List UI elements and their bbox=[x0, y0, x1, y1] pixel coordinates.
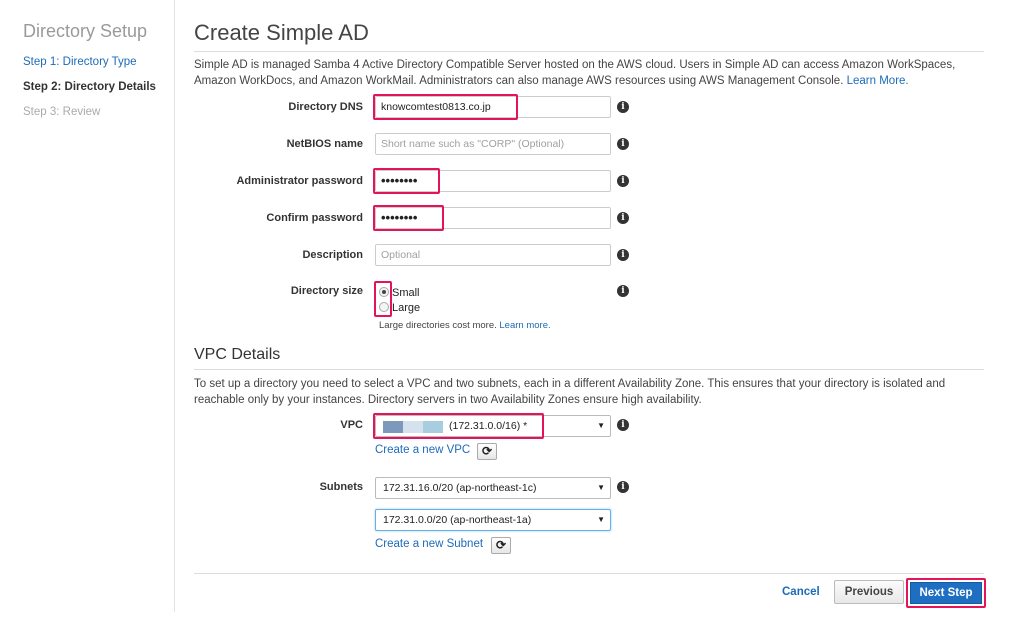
subnets-label: Subnets bbox=[319, 481, 363, 493]
title-divider bbox=[194, 51, 984, 52]
subnet-1-value: 172.31.16.0/20 (ap-northeast-1c) bbox=[383, 482, 537, 494]
step-directory-type-link[interactable]: Step 1: Directory Type bbox=[23, 56, 137, 68]
dns-highlight-box bbox=[373, 94, 518, 120]
info-icon[interactable]: i bbox=[617, 249, 629, 261]
admin-password-highlight-box bbox=[373, 168, 440, 194]
step-review: Step 3: Review bbox=[23, 106, 101, 118]
info-icon[interactable]: i bbox=[617, 101, 629, 113]
refresh-icon[interactable]: ⟳ bbox=[477, 443, 497, 460]
sidebar-title: Directory Setup bbox=[23, 21, 148, 41]
size-radio-highlight-box bbox=[374, 281, 392, 317]
next-step-highlight-box bbox=[906, 578, 986, 608]
cancel-button[interactable]: Cancel bbox=[782, 586, 820, 598]
info-icon[interactable]: i bbox=[617, 481, 629, 493]
learn-more-link[interactable]: Learn More. bbox=[847, 75, 909, 87]
chevron-down-icon: ▼ bbox=[597, 483, 605, 492]
size-learn-more-link[interactable]: Learn more. bbox=[499, 320, 550, 331]
info-icon[interactable]: i bbox=[617, 419, 629, 431]
info-icon[interactable]: i bbox=[617, 175, 629, 187]
refresh-icon[interactable]: ⟳ bbox=[491, 537, 511, 554]
vpc-divider bbox=[194, 369, 984, 370]
vpc-label: VPC bbox=[340, 419, 363, 431]
description-label: Description bbox=[302, 249, 363, 261]
info-icon[interactable]: i bbox=[617, 212, 629, 224]
directory-size-label: Directory size bbox=[290, 285, 363, 297]
create-subnet-link[interactable]: Create a new Subnet bbox=[375, 538, 483, 550]
chevron-down-icon: ▼ bbox=[597, 515, 605, 524]
info-icon[interactable]: i bbox=[617, 138, 629, 150]
confirm-password-highlight-box bbox=[373, 205, 444, 231]
subnet-1-select[interactable]: 172.31.16.0/20 (ap-northeast-1c) ▼ bbox=[375, 477, 611, 499]
directory-dns-label: Directory DNS bbox=[288, 101, 363, 113]
size-small-label[interactable]: Small bbox=[392, 287, 420, 299]
page-title: Create Simple AD bbox=[194, 20, 369, 45]
vpc-highlight-box bbox=[373, 413, 544, 439]
vpc-intro-text: To set up a directory you need to select… bbox=[194, 378, 946, 406]
subnet-2-value: 172.31.0.0/20 (ap-northeast-1a) bbox=[383, 514, 532, 526]
netbios-label: NetBIOS name bbox=[286, 138, 363, 150]
wizard-sidebar: Directory Setup Step 1: Directory Type S… bbox=[0, 0, 175, 612]
intro-body: Simple AD is managed Samba 4 Active Dire… bbox=[194, 59, 956, 87]
size-large-label[interactable]: Large bbox=[392, 302, 420, 314]
description-input[interactable]: Optional bbox=[375, 244, 611, 266]
footer-divider bbox=[194, 573, 984, 574]
create-vpc-link[interactable]: Create a new VPC bbox=[375, 444, 470, 456]
step-directory-details-current: Step 2: Directory Details bbox=[23, 81, 156, 93]
netbios-input[interactable]: Short name such as "CORP" (Optional) bbox=[375, 133, 611, 155]
chevron-down-icon: ▼ bbox=[597, 421, 605, 430]
vpc-section-title: VPC Details bbox=[194, 346, 281, 363]
admin-password-label: Administrator password bbox=[236, 175, 363, 187]
size-hint-text: Large directories cost more. bbox=[379, 320, 497, 331]
confirm-password-label: Confirm password bbox=[266, 212, 363, 224]
size-hint: Large directories cost more. Learn more. bbox=[379, 320, 551, 331]
subnet-2-select[interactable]: 172.31.0.0/20 (ap-northeast-1a) ▼ bbox=[375, 509, 611, 531]
intro-text: Simple AD is managed Samba 4 Active Dire… bbox=[194, 57, 974, 89]
previous-button[interactable]: Previous bbox=[834, 580, 904, 604]
info-icon[interactable]: i bbox=[617, 285, 629, 297]
